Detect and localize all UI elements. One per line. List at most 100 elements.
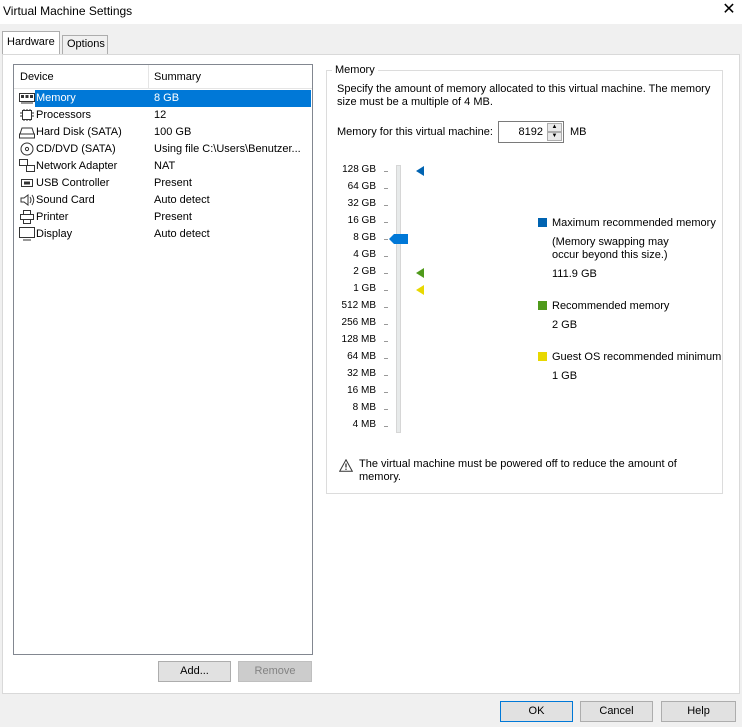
add-button[interactable]: Add...	[158, 661, 231, 682]
max-recommended-value: 111.9 GB	[552, 268, 597, 280]
memory-slider-thumb[interactable]	[389, 234, 408, 244]
device-summary: NAT	[154, 160, 176, 172]
max-recommended-marker	[416, 166, 424, 176]
scale-tick	[384, 426, 388, 427]
max-recommended-note: (Memory swapping may occur beyond this s…	[552, 236, 669, 261]
hard-disk-icon	[19, 127, 35, 139]
scale-tick	[384, 358, 388, 359]
device-row-memory[interactable]: Memory 8 GB	[14, 90, 312, 107]
device-name: USB Controller	[36, 177, 110, 189]
scale-tick	[384, 375, 388, 376]
scale-tick	[384, 324, 388, 325]
scale-label: 8 GB	[353, 232, 376, 243]
device-row-usb-controller[interactable]: USB Controller Present	[14, 175, 312, 192]
window-title: Virtual Machine Settings	[3, 4, 133, 18]
device-summary: 100 GB	[154, 126, 192, 138]
device-name: Hard Disk (SATA)	[36, 126, 122, 138]
scale-label: 16 GB	[347, 215, 376, 226]
close-icon[interactable]: ✕	[716, 0, 742, 22]
max-recommended-label: Maximum recommended memory	[552, 217, 716, 229]
scale-label: 4 MB	[352, 419, 376, 430]
scale-tick	[384, 171, 388, 172]
speaker-icon	[20, 194, 35, 206]
tab-hardware[interactable]: Hardware	[2, 31, 60, 54]
device-row-processors[interactable]: Processors 12	[14, 107, 312, 124]
scale-tick	[384, 341, 388, 342]
scale-label: 32 MB	[347, 368, 376, 379]
cd-dvd-icon	[20, 142, 34, 156]
memory-value[interactable]: 8192	[519, 126, 543, 138]
scale-label: 1 GB	[353, 283, 376, 294]
column-separator[interactable]	[148, 65, 149, 89]
guest-minimum-swatch	[538, 352, 547, 361]
scale-tick	[384, 392, 388, 393]
device-name: CD/DVD (SATA)	[36, 143, 116, 155]
spin-up-icon[interactable]: ▲	[547, 123, 562, 132]
spin-down-icon[interactable]: ▼	[547, 132, 562, 141]
help-button[interactable]: Help	[661, 701, 736, 722]
recommended-swatch	[538, 301, 547, 310]
memory-slider-track[interactable]	[396, 165, 401, 433]
device-summary: 12	[154, 109, 167, 121]
memory-unit: MB	[570, 126, 587, 138]
memory-group-title: Memory	[332, 64, 378, 76]
scale-tick	[384, 290, 388, 291]
recommended-label: Recommended memory	[552, 300, 670, 312]
scale-tick	[384, 256, 388, 257]
device-summary: Present	[154, 211, 192, 223]
scale-label: 8 MB	[352, 402, 376, 413]
guest-minimum-value: 1 GB	[552, 370, 578, 382]
device-summary: 8 GB	[154, 92, 180, 104]
device-name: Display	[36, 228, 73, 240]
device-name: Printer	[36, 211, 69, 223]
cancel-button[interactable]: Cancel	[580, 701, 653, 722]
scale-label: 64 MB	[347, 351, 376, 362]
device-row-hard-disk[interactable]: Hard Disk (SATA) 100 GB	[14, 124, 312, 141]
scale-label: 512 MB	[341, 300, 376, 311]
warning-icon	[339, 459, 353, 472]
recommended-value: 2 GB	[552, 319, 578, 331]
device-name: Processors	[36, 109, 92, 121]
network-icon	[19, 159, 35, 172]
scale-label: 2 GB	[353, 266, 376, 277]
title-bar: Virtual Machine Settings ✕	[0, 0, 742, 24]
scale-tick	[384, 205, 388, 206]
memory-spinbox[interactable]: 8192 ▲ ▼	[498, 121, 564, 143]
scale-label: 32 GB	[347, 198, 376, 209]
scale-label: 128 MB	[341, 334, 376, 345]
device-summary: Auto detect	[154, 194, 210, 206]
device-list-header: Device Summary	[14, 65, 312, 89]
memory-scale: 128 GB 64 GB 32 GB 16 GB 8 GB 4 GB 2 GB 1 GB 512…	[330, 160, 440, 440]
scale-label: 64 GB	[347, 181, 376, 192]
device-row-cd-dvd[interactable]: CD/DVD (SATA) Using file C:\Users\Benutz…	[14, 141, 312, 158]
device-row-network-adapter[interactable]: Network Adapter NAT	[14, 158, 312, 175]
memory-field-label: Memory for this virtual machine:	[337, 126, 493, 138]
guest-minimum-label: Guest OS recommended minimum	[552, 351, 722, 363]
column-device[interactable]: Device	[20, 71, 54, 83]
tab-options[interactable]: Options	[62, 35, 108, 54]
warning-text: The virtual machine must be powered off …	[359, 458, 677, 483]
scale-tick	[384, 222, 388, 223]
usb-icon	[21, 179, 33, 187]
ok-button[interactable]: OK	[500, 701, 573, 722]
device-summary: Using file C:\Users\Benutzer...	[154, 143, 301, 155]
scale-label: 4 GB	[353, 249, 376, 260]
memory-description: Specify the amount of memory allocated t…	[337, 83, 711, 108]
device-list[interactable]: Device Summary Memory 8 GB Processors 12…	[13, 64, 313, 655]
device-name: Sound Card	[36, 194, 95, 206]
tab-options-label: Options	[67, 38, 105, 50]
scale-label: 128 GB	[342, 164, 376, 175]
device-row-display[interactable]: Display Auto detect	[14, 226, 312, 243]
remove-button[interactable]: Remove	[238, 661, 312, 682]
device-row-sound-card[interactable]: Sound Card Auto detect	[14, 192, 312, 209]
recommended-marker	[416, 268, 424, 278]
scale-tick	[384, 273, 388, 274]
scale-label: 16 MB	[347, 385, 376, 396]
device-row-printer[interactable]: Printer Present	[14, 209, 312, 226]
memory-icon	[19, 93, 35, 104]
scale-tick	[384, 409, 388, 410]
scale-label: 256 MB	[341, 317, 376, 328]
scale-tick	[384, 307, 388, 308]
column-summary[interactable]: Summary	[154, 71, 201, 83]
device-summary: Present	[154, 177, 192, 189]
